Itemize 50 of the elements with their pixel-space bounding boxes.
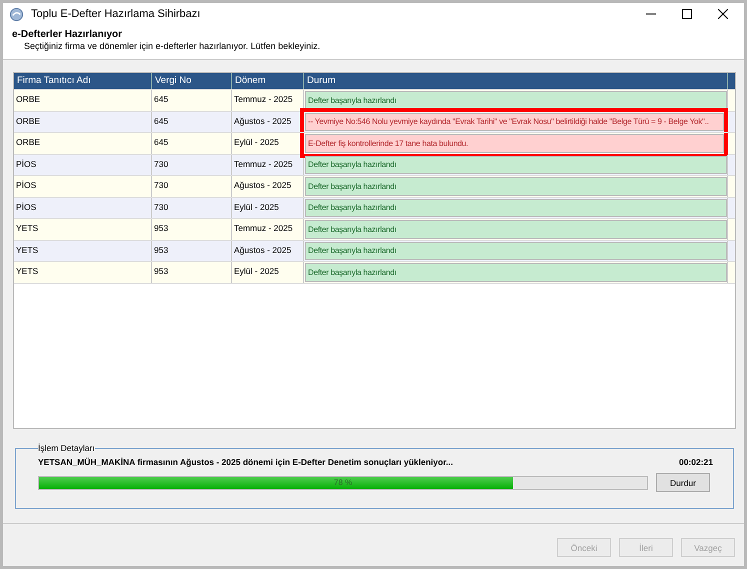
status-cell: E-Defter fiş kontrollerinde 17 tane hata bulundu. xyxy=(305,134,724,152)
status-cell: Defter başarıyla hazırlandı xyxy=(305,198,727,217)
table-cell: PİOS xyxy=(14,198,152,218)
table-cell: Eylül - 2025 xyxy=(232,198,304,218)
table-cell: Temmuz - 2025 xyxy=(232,154,304,175)
table-cell: 953 xyxy=(152,240,232,261)
table-cell: YETS xyxy=(14,240,152,261)
stop-button[interactable]: Durdur xyxy=(656,473,710,492)
status-cell: Defter başarıyla hazırlandı xyxy=(305,220,727,238)
table-cell: Ağustos - 2025 xyxy=(232,240,304,261)
table-cell: 645 xyxy=(152,90,232,110)
table-cell: 953 xyxy=(152,219,232,240)
column-header[interactable]: Durum xyxy=(304,73,728,89)
maximize-icon[interactable] xyxy=(682,9,692,20)
table-cell: ORBE xyxy=(14,112,152,132)
table-cell: 645 xyxy=(152,133,232,154)
table-cell: ORBE xyxy=(14,133,152,154)
status-cell: Defter başarıyla hazırlandı xyxy=(305,242,727,260)
status-cell: -- Yevmiye No:546 Nolu yevmiye kaydında "Evrak Tarihi" ve "Evrak Nosu" belirtildiği halde "Belge Türü = 9 - Belge Yok".. xyxy=(305,112,724,131)
table-cell: 645 xyxy=(152,112,232,132)
table-cell: Ağustos - 2025 xyxy=(232,112,304,132)
table-cell: ORBE xyxy=(14,90,152,110)
group-label: İşlem Detayları xyxy=(38,443,95,453)
table-cell: 953 xyxy=(152,262,232,282)
app-icon xyxy=(9,6,24,22)
status-message: YETSAN_MÜH_MAKİNA firmasının Ağustos - 2025 dönemi için E-Defter Denetim sonuçları yükleniyor... xyxy=(38,457,454,467)
column-header[interactable]: Dönem xyxy=(232,73,304,89)
table-cell: Temmuz - 2025 xyxy=(232,219,304,240)
page-heading: e-Defterler Hazırlanıyor xyxy=(12,29,124,40)
status-cell: Defter başarıyla hazırlandı xyxy=(305,263,727,282)
window-title: Toplu E-Defter Hazırlama Sihirbazı xyxy=(31,8,202,20)
table-cell: Ağustos - 2025 xyxy=(232,176,304,196)
table-cell: Eylül - 2025 xyxy=(232,133,304,154)
page-subtitle: Seçtiğiniz firma ve dönemler için e-defterler hazırlanıyor. Lütfen bekleyiniz. xyxy=(23,41,322,52)
table-cell: Temmuz - 2025 xyxy=(232,90,304,110)
close-icon[interactable] xyxy=(718,9,728,20)
table-cell: PİOS xyxy=(14,176,152,196)
table-cell: YETS xyxy=(14,262,152,282)
table-cell: 730 xyxy=(152,154,232,175)
status-cell: Defter başarıyla hazırlandı xyxy=(305,177,727,196)
status-cell: Defter başarıyla hazırlandı xyxy=(305,156,727,174)
table-cell: Eylül - 2025 xyxy=(232,262,304,282)
progress-reading: 78 % xyxy=(332,476,354,488)
table-cell: PİOS xyxy=(14,154,152,175)
column-header[interactable]: Vergi No xyxy=(152,73,232,89)
table-cell: 730 xyxy=(152,176,232,196)
table-cell: 730 xyxy=(152,198,232,218)
column-header[interactable]: Firma Tanıtıcı Adı xyxy=(14,73,152,89)
elapsed-time: 00:02:21 xyxy=(678,457,713,467)
table-cell: YETS xyxy=(14,219,152,240)
